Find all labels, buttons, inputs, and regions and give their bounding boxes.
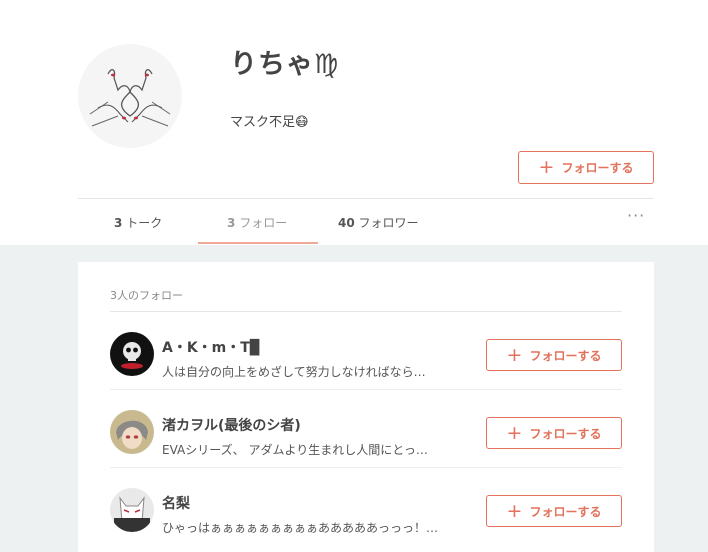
user-avatar[interactable] bbox=[110, 488, 154, 532]
profile-header: りちゃ♍ マスク不足😷 + フォローする 3 トーク 3 フォロー 40 フォロ… bbox=[0, 0, 708, 245]
tab-follow[interactable]: 3 フォロー bbox=[227, 214, 287, 231]
user-bio: EVAシリーズ、 アダムより生まれし人間にとっ… bbox=[162, 443, 428, 457]
profile-bio: マスク不足😷 bbox=[230, 115, 309, 130]
user-avatar[interactable] bbox=[110, 332, 154, 376]
user-name[interactable]: A・K・m・T▉ bbox=[162, 337, 261, 357]
active-tab-indicator bbox=[198, 242, 318, 244]
header-divider bbox=[78, 198, 654, 199]
user-avatar[interactable] bbox=[110, 410, 154, 454]
follow-user-button-label: フォローする bbox=[529, 426, 602, 441]
tab-followers-count: 40 bbox=[338, 216, 355, 230]
follow-list-item[interactable]: 渚カヲル(最後のシ者) EVAシリーズ、 アダムより生まれし人間にとっ… + フ… bbox=[110, 390, 622, 468]
follow-user-button[interactable]: + フォローする bbox=[486, 339, 622, 371]
profile-avatar bbox=[78, 44, 182, 148]
tab-follow-label: フォロー bbox=[239, 216, 288, 230]
tab-followers[interactable]: 40 フォロワー bbox=[338, 214, 419, 231]
follow-button[interactable]: + フォローする bbox=[518, 151, 654, 184]
follow-list-card: 3人のフォロー A・K・m・T▉ 人は自分の向上をめざして努力しなければなら… … bbox=[78, 262, 654, 552]
profile-name: りちゃ♍ bbox=[230, 49, 340, 80]
follow-list-item[interactable]: A・K・m・T▉ 人は自分の向上をめざして努力しなければなら… + フォローする bbox=[110, 312, 622, 390]
tab-talk-label: トーク bbox=[126, 216, 163, 230]
follow-list-title: 3人のフォロー bbox=[110, 289, 183, 302]
follow-list-item[interactable]: 名梨 ひゃっはぁぁぁぁぁぁぁぁぁあああああっっっ！… + フォローする bbox=[110, 468, 622, 546]
user-bio: ひゃっはぁぁぁぁぁぁぁぁぁあああああっっっ！… bbox=[162, 521, 439, 535]
plus-icon: + bbox=[506, 343, 523, 366]
follow-user-button-label: フォローする bbox=[529, 348, 602, 363]
tab-talk[interactable]: 3 トーク bbox=[114, 214, 162, 231]
tab-talk-count: 3 bbox=[114, 216, 123, 230]
user-name[interactable]: 名梨 bbox=[162, 493, 190, 513]
user-name[interactable]: 渚カヲル(最後のシ者) bbox=[162, 415, 301, 435]
plus-icon: + bbox=[538, 156, 555, 178]
follow-user-button-label: フォローする bbox=[529, 504, 602, 519]
tab-followers-label: フォロワー bbox=[358, 216, 419, 230]
more-icon[interactable]: ··· bbox=[627, 206, 645, 225]
user-bio: 人は自分の向上をめざして努力しなければなら… bbox=[162, 365, 426, 379]
follow-user-button[interactable]: + フォローする bbox=[486, 495, 622, 527]
tab-follow-count: 3 bbox=[227, 216, 236, 230]
plus-icon: + bbox=[506, 421, 523, 444]
follow-user-button[interactable]: + フォローする bbox=[486, 417, 622, 449]
plus-icon: + bbox=[506, 499, 523, 522]
follow-button-label: フォローする bbox=[561, 161, 634, 175]
